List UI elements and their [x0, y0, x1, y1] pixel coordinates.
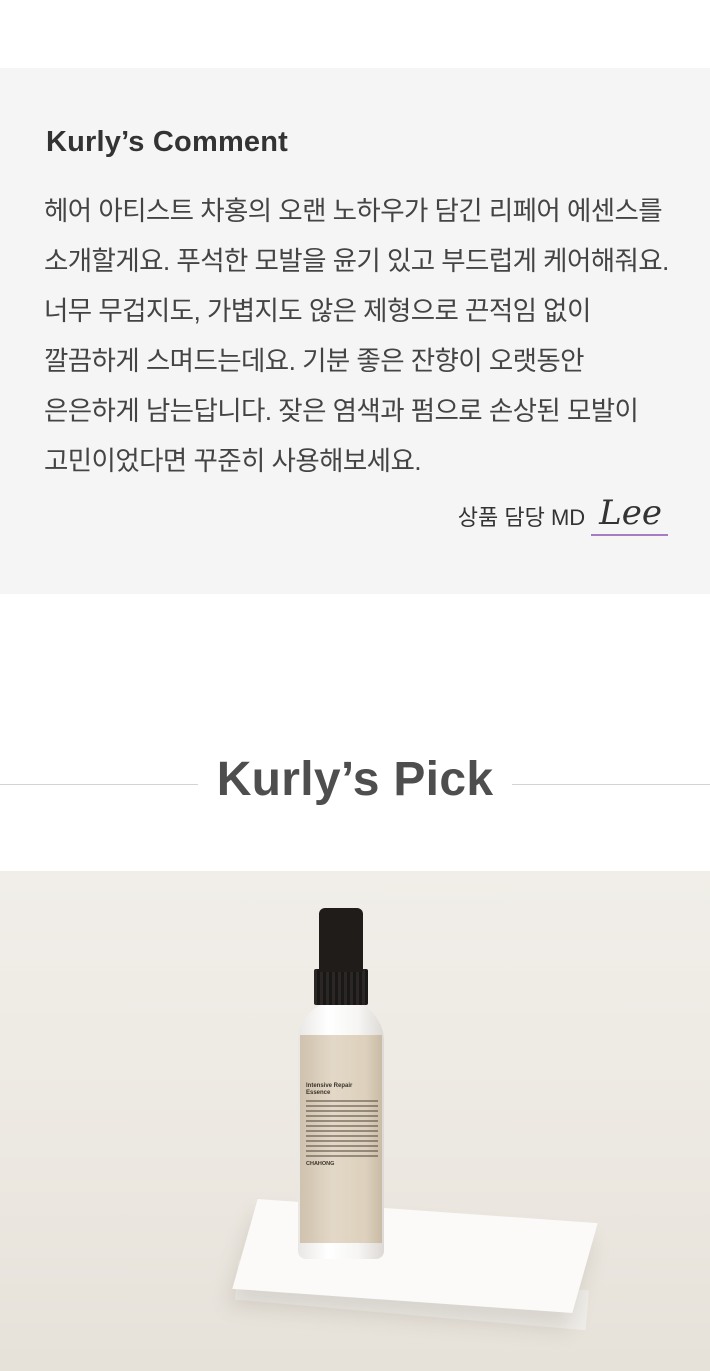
comment-title: Kurly’s Comment — [46, 126, 289, 158]
label-title: Intensive Repair Essence — [306, 1083, 353, 1096]
label-line — [306, 1115, 378, 1117]
md-signature: Lee — [591, 494, 668, 536]
label-line — [306, 1100, 378, 1102]
label-line — [306, 1105, 378, 1107]
md-credit: 상품 담당 MD Lee — [458, 492, 668, 536]
label-line — [306, 1150, 378, 1152]
bottle-collar — [314, 969, 368, 1005]
label-line — [306, 1155, 378, 1157]
label-line — [306, 1120, 378, 1122]
divider-right — [512, 784, 710, 785]
label-line — [306, 1130, 378, 1132]
kurly-pick-header: Kurly’s Pick — [0, 750, 710, 820]
label-line — [306, 1135, 378, 1137]
product-image: Intensive Repair Essence CHAHONG — [0, 871, 710, 1371]
comment-body: 헤어 아티스트 차홍의 오랜 노하우가 담긴 리페어 에센스를 소개할게요. 푸… — [44, 196, 669, 476]
label-brand: CHAHONG — [306, 1161, 335, 1167]
md-label: 상품 담당 MD — [457, 505, 586, 530]
bottle-cap — [319, 908, 363, 972]
pick-title: Kurly’s Pick — [216, 753, 494, 806]
bottle-label-text: Intensive Repair Essence CHAHONG — [306, 1083, 378, 1168]
label-line — [306, 1125, 378, 1127]
label-line — [306, 1145, 378, 1147]
label-line — [306, 1110, 378, 1112]
label-line — [306, 1140, 378, 1142]
